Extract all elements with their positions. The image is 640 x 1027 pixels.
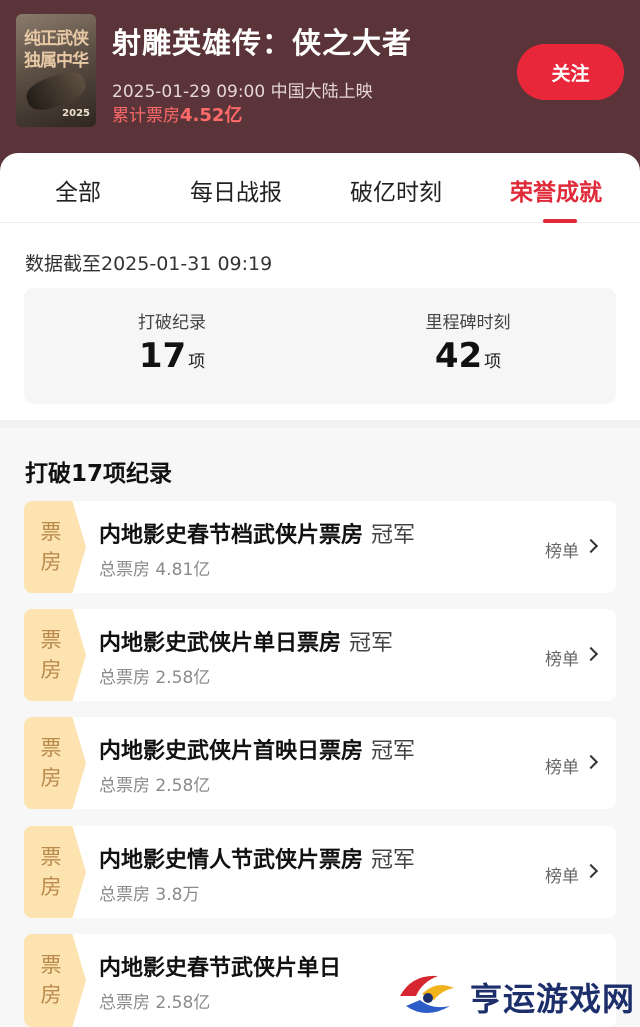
ranking-link[interactable]: 榜单 [545,753,579,778]
stat-unit: 项 [188,352,206,372]
watermark-text: 亨运游戏网 [470,980,636,1018]
tag-label: 票房 [40,845,62,899]
tag-label: 票房 [40,953,62,1007]
records-section: 打破17项纪录 票房 内地影史春节档武侠片票房 冠军 总票房 4.81亿 榜单 票… [0,428,640,1027]
watermark-logo-icon [400,975,454,1013]
ranking-link[interactable]: 榜单 [545,862,579,887]
tag-label: 票房 [40,628,62,682]
chevron-right-icon[interactable] [583,538,599,554]
champion-label: 冠军 [371,848,416,873]
record-total: 总票房 2.58亿 [99,993,211,1013]
record-item[interactable]: 票房 内地影史武侠片首映日票房 冠军 总票房 2.58亿 榜单 [24,717,616,809]
record-total: 总票房 2.58亿 [99,776,211,796]
ranking-link[interactable]: 榜单 [545,645,579,670]
movie-header: 纯正武侠独属中华 2025 射雕英雄传：侠之大者 2025-01-29 09:0… [0,0,640,175]
section-title: 打破17项纪录 [25,461,173,487]
chevron-right-icon[interactable] [583,754,599,770]
summary-card: 全部 每日战报 破亿时刻 荣誉成就 数据截至2025-01-31 09:19 打… [0,153,640,420]
record-item[interactable]: 票房 内地影史春节档武侠片票房 冠军 总票房 4.81亿 榜单 [24,501,616,593]
champion-label: 冠军 [349,631,394,656]
record-title: 内地影史情人节武侠片票房 冠军 [99,848,416,873]
stat-label: 里程碑时刻 [425,313,511,333]
record-item[interactable]: 票房 内地影史武侠片单日票房 冠军 总票房 2.58亿 榜单 [24,609,616,701]
stats-summary: 打破纪录 17 项 里程碑时刻 42 项 [24,288,616,404]
stat-label: 打破纪录 [138,313,206,333]
tab-daily-report[interactable]: 每日战报 [190,173,282,207]
stat-value: 42 项 [320,336,616,376]
boxoffice-label: 累计票房 [112,106,180,126]
poster-slogan: 纯正武侠独属中华 [24,29,89,71]
record-title: 内地影史武侠片单日票房 冠军 [99,631,394,656]
stat-unit: 项 [484,352,502,372]
release-info: 2025-01-29 09:00 中国大陆上映 [112,82,373,102]
movie-title: 射雕英雄传：侠之大者 [112,26,413,60]
record-title: 内地影史春节武侠片单日 [99,956,342,981]
tab-honors[interactable]: 荣誉成就 [510,173,602,207]
movie-poster[interactable]: 纯正武侠独属中华 2025 [16,14,96,127]
tag-label: 票房 [40,520,62,574]
record-title: 内地影史春节档武侠片票房 冠军 [99,523,416,548]
data-timestamp: 数据截至2025-01-31 09:19 [25,253,273,275]
stat-milestones: 里程碑时刻 42 项 [320,288,616,404]
ranking-link[interactable]: 榜单 [545,537,579,562]
record-item[interactable]: 票房 内地影史情人节武侠片票房 冠军 总票房 3.8万 榜单 [24,826,616,918]
stat-number: 17 [138,336,187,376]
total-boxoffice: 累计票房4.52亿 [112,101,242,127]
champion-label: 冠军 [371,523,416,548]
site-watermark: 亨运游戏网 [392,962,640,1027]
stat-number: 42 [434,336,483,376]
stat-value: 17 项 [24,336,320,376]
follow-button[interactable]: 关注 [517,44,624,100]
champion-label: 冠军 [371,739,416,764]
chevron-right-icon[interactable] [583,863,599,879]
poster-year: 2025 [62,108,90,119]
record-total: 总票房 3.8万 [99,885,200,905]
stat-records-broken: 打破纪录 17 项 [24,288,320,404]
record-title: 内地影史武侠片首映日票房 冠军 [99,739,416,764]
boxoffice-amount: 4.52亿 [180,105,243,126]
tab-all[interactable]: 全部 [55,173,101,207]
tab-billion-moments[interactable]: 破亿时刻 [350,173,442,207]
tag-label: 票房 [40,736,62,790]
active-tab-indicator [543,219,577,223]
tab-bar: 全部 每日战报 破亿时刻 荣誉成就 [0,153,640,223]
record-total: 总票房 4.81亿 [99,560,211,580]
record-total: 总票房 2.58亿 [99,668,211,688]
chevron-right-icon[interactable] [583,646,599,662]
